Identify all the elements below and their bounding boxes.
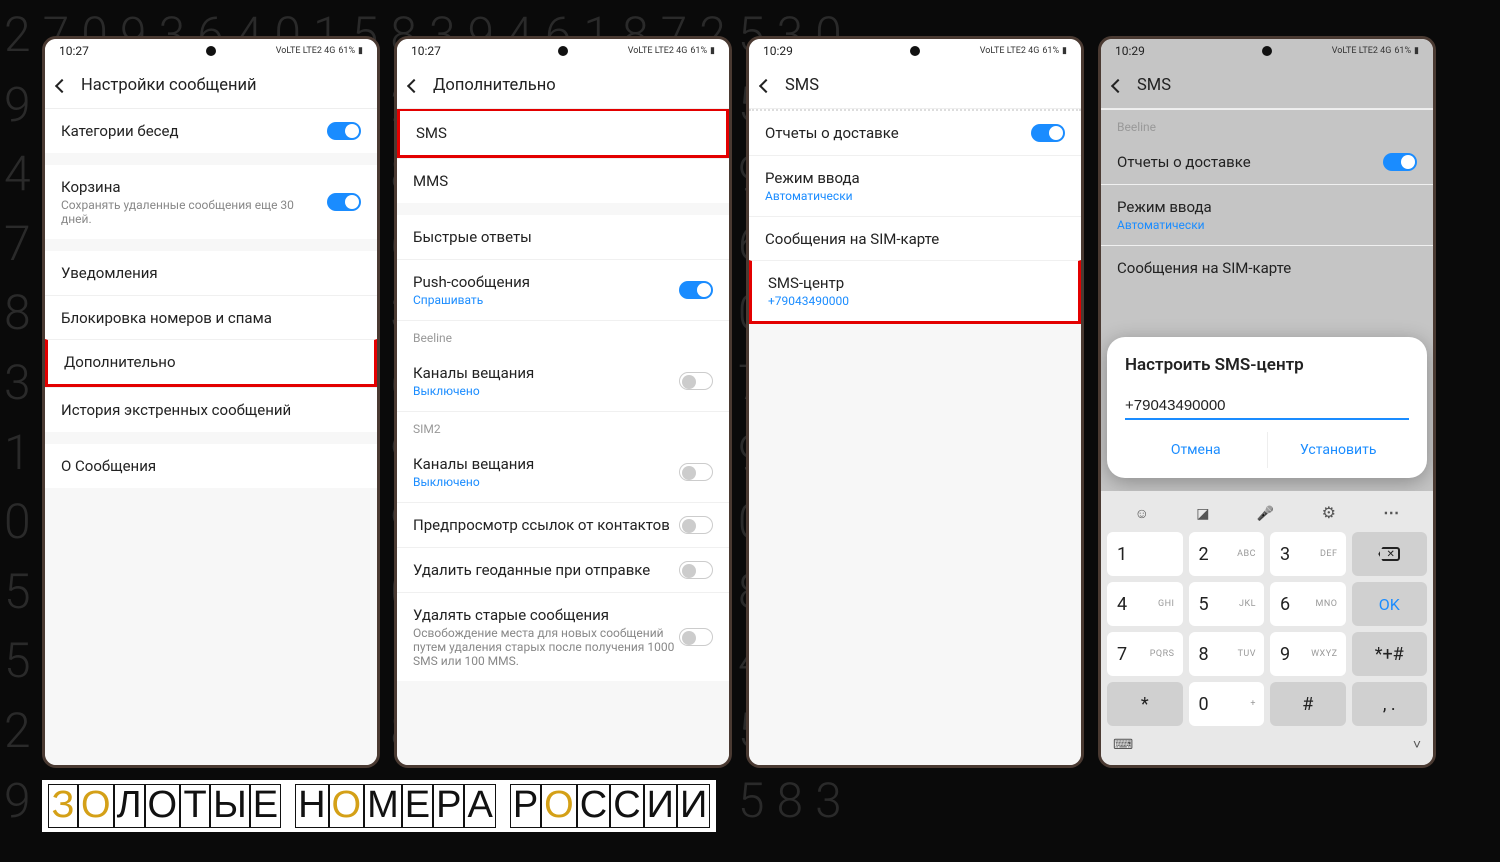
key-8[interactable]: 8TUV	[1189, 632, 1265, 676]
camera-hole	[1262, 46, 1272, 56]
status-time: 10:29	[1115, 44, 1145, 58]
header: SMS	[749, 63, 1081, 109]
row-sms-center[interactable]: SMS-центр +79043490000	[749, 260, 1081, 324]
row-sim-messages[interactable]: Сообщения на SIM-карте	[1101, 245, 1433, 290]
row-more[interactable]: Дополнительно	[45, 339, 377, 387]
key-3[interactable]: 3DEF	[1270, 532, 1346, 576]
key-star[interactable]: *	[1107, 682, 1183, 726]
status-time: 10:29	[763, 44, 793, 58]
row-block-spam[interactable]: Блокировка номеров и спама	[45, 295, 377, 340]
more-icon[interactable]	[1383, 503, 1399, 522]
page-title: SMS	[785, 76, 819, 95]
page-title: SMS	[1137, 76, 1171, 95]
row-notifications[interactable]: Уведомления	[45, 251, 377, 295]
phone-screen-4: 10:29 VoLTE LTE2 4G 61%▮ SMS Beeline Отч…	[1098, 36, 1436, 768]
sticker-icon[interactable]	[1196, 503, 1209, 522]
row-push[interactable]: Push-сообщения Спрашивать	[397, 259, 729, 320]
header: SMS	[1101, 63, 1433, 109]
header: Дополнительно	[397, 63, 729, 109]
section-beeline: Beeline	[397, 320, 729, 351]
row-delivery-reports[interactable]: Отчеты о доставке	[1101, 140, 1433, 184]
row-mms[interactable]: MMS	[397, 158, 729, 203]
sms-center-input[interactable]	[1125, 393, 1409, 420]
row-link-preview[interactable]: Предпросмотр ссылок от контактов	[397, 502, 729, 547]
back-icon[interactable]	[759, 78, 773, 92]
brand-watermark: ЗОЛОТЫЕ НОМЕРА РОССИИ	[42, 780, 716, 832]
phone-screen-2: 10:27 VoLTE LTE2 4G 61%▮ Дополнительно S…	[394, 36, 732, 768]
phone-screen-3: 10:29 VoLTE LTE2 4G 61%▮ SMS Отчеты о до…	[746, 36, 1084, 768]
toggle-broadcast-1[interactable]	[679, 372, 713, 390]
gear-icon[interactable]	[1322, 503, 1336, 522]
key-ok[interactable]: OK	[1352, 582, 1428, 626]
header: Настройки сообщений	[45, 63, 377, 109]
backspace-icon	[1378, 547, 1400, 561]
row-sim-messages[interactable]: Сообщения на SIM-карте	[749, 216, 1081, 261]
key-2[interactable]: 2ABC	[1189, 532, 1265, 576]
row-geo[interactable]: Удалить геоданные при отправке	[397, 547, 729, 592]
back-icon[interactable]	[55, 78, 69, 92]
toggle-delivery[interactable]	[1383, 153, 1417, 171]
status-right: VoLTE LTE2 4G 61%▮	[980, 46, 1067, 56]
row-delivery-reports[interactable]: Отчеты о доставке	[749, 109, 1081, 155]
phone-screen-1: 10:27 VoLTE LTE2 4G 61%▮ Настройки сообщ…	[42, 36, 380, 768]
key-4[interactable]: 4GHI	[1107, 582, 1183, 626]
toggle-delivery[interactable]	[1031, 124, 1065, 142]
row-about[interactable]: О Сообщения	[45, 444, 377, 488]
key-9[interactable]: 9WXYZ	[1270, 632, 1346, 676]
key-symbols[interactable]: *+#	[1352, 632, 1428, 676]
keyboard-switch-icon[interactable]	[1113, 734, 1133, 753]
key-7[interactable]: 7PQRS	[1107, 632, 1183, 676]
cancel-button[interactable]: Отмена	[1125, 432, 1267, 468]
back-icon[interactable]	[407, 78, 421, 92]
toggle-geo[interactable]	[679, 561, 713, 579]
row-emergency[interactable]: История экстренных сообщений	[45, 387, 377, 432]
key-5[interactable]: 5JKL	[1189, 582, 1265, 626]
row-broadcast-1[interactable]: Каналы вещания Выключено	[397, 351, 729, 411]
numeric-keyboard: 1 2ABC 3DEF 4GHI 5JKL 6MNO OK 7PQRS 8TUV…	[1101, 491, 1433, 765]
toggle-delete-old[interactable]	[679, 628, 713, 646]
page-title: Настройки сообщений	[81, 76, 257, 95]
emoji-icon[interactable]	[1135, 503, 1149, 522]
toggle-push[interactable]	[679, 281, 713, 299]
key-backspace[interactable]	[1352, 532, 1428, 576]
camera-hole	[206, 46, 216, 56]
row-broadcast-2[interactable]: Каналы вещания Выключено	[397, 442, 729, 502]
mic-icon[interactable]	[1257, 503, 1274, 522]
status-right: VoLTE LTE2 4G 61%▮	[1332, 46, 1419, 56]
row-trash[interactable]: Корзина Сохранять удаленные сообщения ещ…	[45, 165, 377, 239]
key-hash[interactable]: #	[1270, 682, 1346, 726]
key-punct[interactable]: , .	[1352, 682, 1428, 726]
row-categories[interactable]: Категории бесед	[45, 109, 377, 153]
toggle-categories[interactable]	[327, 122, 361, 140]
status-right: VoLTE LTE2 4G 61%▮	[628, 46, 715, 56]
row-input-mode[interactable]: Режим ввода Автоматически	[749, 155, 1081, 216]
status-time: 10:27	[59, 44, 89, 58]
toggle-preview[interactable]	[679, 516, 713, 534]
status-time: 10:27	[411, 44, 441, 58]
section-beeline: Beeline	[1101, 109, 1433, 140]
key-6[interactable]: 6MNO	[1270, 582, 1346, 626]
row-sms[interactable]: SMS	[397, 109, 729, 158]
page-title: Дополнительно	[433, 76, 556, 95]
row-delete-old[interactable]: Удалять старые сообщения Освобождение ме…	[397, 592, 729, 681]
set-button[interactable]: Установить	[1267, 432, 1410, 468]
status-bar: 10:27 VoLTE LTE2 4G 61%▮	[397, 39, 729, 63]
dialog-title: Настроить SMS-центр	[1125, 355, 1409, 375]
status-right: VoLTE LTE2 4G 61%▮	[276, 46, 363, 56]
key-1[interactable]: 1	[1107, 532, 1183, 576]
status-bar: 10:27 VoLTE LTE2 4G 61%▮	[45, 39, 377, 63]
row-quick-replies[interactable]: Быстрые ответы	[397, 215, 729, 259]
toggle-trash[interactable]	[327, 193, 361, 211]
camera-hole	[558, 46, 568, 56]
back-icon[interactable]	[1111, 78, 1125, 92]
sms-center-dialog: Настроить SMS-центр Отмена Установить	[1107, 337, 1427, 478]
status-bar: 10:29 VoLTE LTE2 4G 61%▮	[749, 39, 1081, 63]
hide-keyboard-icon[interactable]	[1413, 734, 1421, 753]
status-bar: 10:29 VoLTE LTE2 4G 61%▮	[1101, 39, 1433, 63]
camera-hole	[910, 46, 920, 56]
key-0[interactable]: 0+	[1189, 682, 1265, 726]
toggle-broadcast-2[interactable]	[679, 463, 713, 481]
section-sim2: SIM2	[397, 411, 729, 442]
row-input-mode[interactable]: Режим ввода Автоматически	[1101, 184, 1433, 245]
